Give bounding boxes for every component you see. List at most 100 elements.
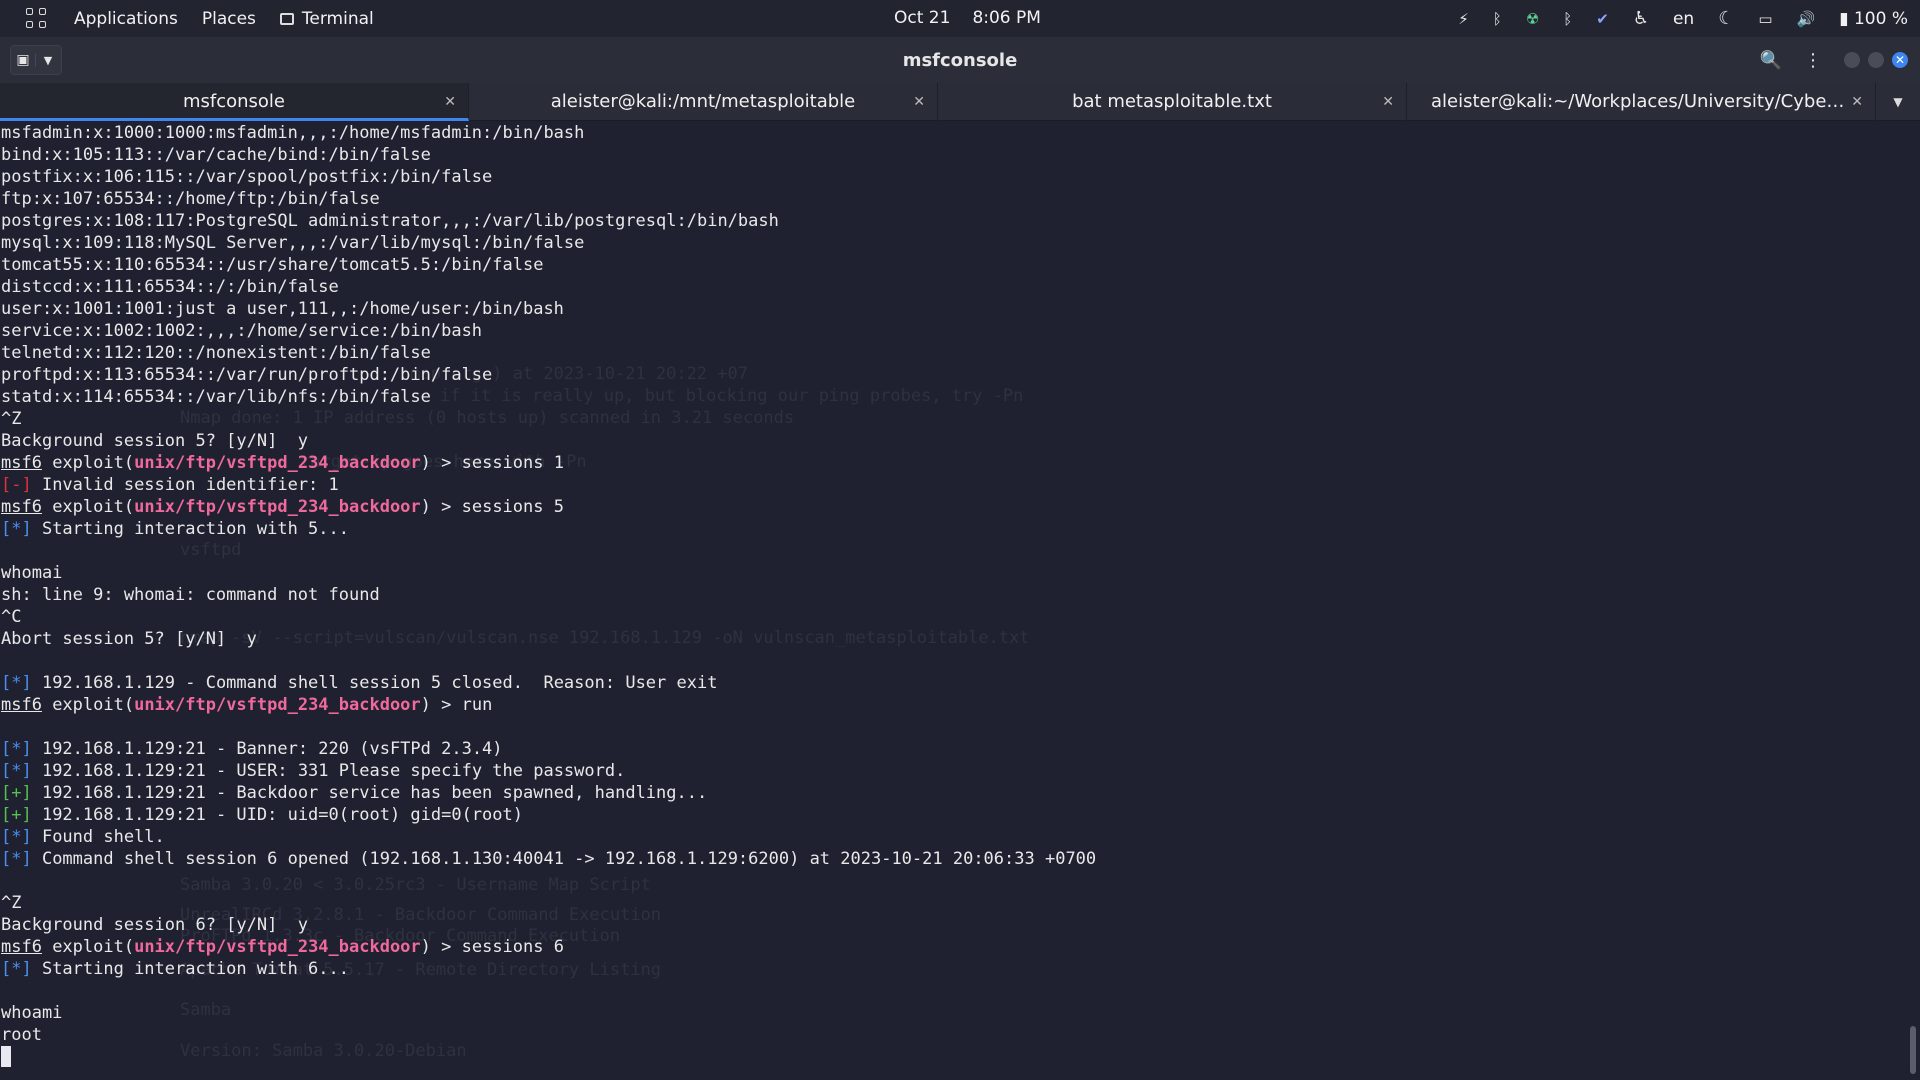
- terminal-line: telnetd:x:112:120::/nonexistent:/bin/fal…: [1, 342, 1096, 364]
- line-text: Command shell session 6 opened (192.168.…: [31, 849, 1097, 869]
- line-text: mysql:x:109:118:MySQL Server,,,:/var/lib…: [1, 233, 585, 253]
- line-text: postgres:x:108:117:PostgreSQL administra…: [1, 211, 779, 231]
- line-text: 192.168.1.129:21 - Backdoor service has …: [31, 783, 708, 803]
- close-button[interactable]: ✕: [1892, 52, 1908, 68]
- terminal-line: Background session 6? [y/N] y: [1, 914, 1096, 936]
- line-text: 192.168.1.129:21 - USER: 331 Please spec…: [31, 761, 626, 781]
- battery-icon: ▮: [1839, 8, 1849, 29]
- terminal-line: msf6 exploit(unix/ftp/vsftpd_234_backdoo…: [1, 694, 1096, 716]
- line-text: user:x:1001:1001:just a user,111,,:/home…: [1, 299, 564, 319]
- prompt-exploit: exploit(: [41, 453, 135, 473]
- window-titlebar: ▣ ▼ msfconsole 🔍 ⋮ ✕: [0, 37, 1920, 83]
- prompt-exploit: exploit(: [41, 497, 135, 517]
- line-text: 192.168.1.129:21 - UID: uid=0(root) gid=…: [31, 805, 523, 825]
- terminal-line: [+] 192.168.1.129:21 - UID: uid=0(root) …: [1, 804, 1096, 826]
- window-controls: 🔍 ⋮ ✕: [1760, 37, 1908, 83]
- tab-workplaces[interactable]: aleister@kali:~/Workplaces/University/Cy…: [1407, 83, 1876, 121]
- battery-indicator[interactable]: ▮ 100 %: [1839, 9, 1908, 29]
- close-tab-icon[interactable]: ✕: [444, 83, 456, 121]
- terminal-line: ^Z: [1, 408, 1096, 430]
- accessibility-icon[interactable]: ♿: [1633, 8, 1649, 29]
- prompt-paren: ): [420, 497, 431, 517]
- terminal-line: ^C: [1, 606, 1096, 628]
- app-grid-icon[interactable]: [26, 7, 48, 30]
- line-text: tomcat55:x:110:65534::/usr/share/tomcat5…: [1, 255, 544, 275]
- update-check-icon[interactable]: ✔: [1596, 10, 1609, 28]
- tab-list-dropdown[interactable]: ▼: [1876, 83, 1920, 120]
- line-text: ^Z: [1, 409, 22, 429]
- search-icon[interactable]: 🔍: [1760, 50, 1782, 71]
- status-marker: [*]: [1, 849, 32, 869]
- prompt-name: msf6: [1, 937, 42, 957]
- tab-label: bat metasploitable.txt: [1072, 91, 1272, 112]
- bluetooth-alt-icon[interactable]: ᛒ: [1563, 10, 1572, 28]
- new-tab-icon[interactable]: ▣: [11, 52, 35, 68]
- terminal-scrollbar[interactable]: [1906, 121, 1920, 1080]
- terminal-line: [*] 192.168.1.129:21 - USER: 331 Please …: [1, 760, 1096, 782]
- terminal-icon: [279, 12, 294, 25]
- tab-bat-metasploitable[interactable]: bat metasploitable.txt ✕: [938, 83, 1407, 121]
- places-menu[interactable]: Places: [202, 9, 256, 29]
- bluetooth-icon[interactable]: ᛒ: [1493, 10, 1502, 28]
- vpn-icon[interactable]: ☢: [1526, 10, 1539, 28]
- terminal-line: ^Z: [1, 892, 1096, 914]
- terminal-line: sh: line 9: whomai: command not found: [1, 584, 1096, 606]
- applications-menu[interactable]: Applications: [74, 9, 178, 29]
- terminal-line: msf6 exploit(unix/ftp/vsftpd_234_backdoo…: [1, 496, 1096, 518]
- status-marker: [*]: [1, 959, 32, 979]
- line-text: bind:x:105:113::/var/cache/bind:/bin/fal…: [1, 145, 431, 165]
- terminal-line: postfix:x:106:115::/var/spool/postfix:/b…: [1, 166, 1096, 188]
- terminal-line: whoami: [1, 1002, 1096, 1024]
- close-tab-icon[interactable]: ✕: [1851, 83, 1863, 121]
- terminal-menu[interactable]: Terminal: [279, 8, 374, 29]
- prompt-paren: ): [420, 453, 431, 473]
- terminal-line: whomai: [1, 562, 1096, 584]
- maximize-button[interactable]: [1868, 52, 1884, 68]
- terminal-line: statd:x:114:65534::/var/lib/nfs:/bin/fal…: [1, 386, 1096, 408]
- line-text: sh: line 9: whomai: command not found: [1, 585, 380, 605]
- prompt-command: > sessions 5: [430, 497, 564, 517]
- close-tab-icon[interactable]: ✕: [1382, 83, 1394, 121]
- terminal-line: Abort session 5? [y/N] y: [1, 628, 1096, 650]
- terminal-menu-label: Terminal: [301, 8, 374, 29]
- network-icon[interactable]: ⚡: [1458, 10, 1469, 28]
- line-text: whoami: [1, 1003, 63, 1023]
- menu-kebab-icon[interactable]: ⋮: [1804, 50, 1822, 71]
- prompt-line[interactable]: [1, 1046, 1096, 1068]
- close-tab-icon[interactable]: ✕: [913, 83, 925, 121]
- scrollbar-thumb[interactable]: [1910, 1026, 1916, 1074]
- prompt-module: unix/ftp/vsftpd_234_backdoor: [134, 453, 421, 473]
- line-text: Background session 6? [y/N] y: [1, 915, 309, 935]
- terminal-line: msf6 exploit(unix/ftp/vsftpd_234_backdoo…: [1, 936, 1096, 958]
- terminal-output[interactable]: nmap.org ) at 2023-10-21 20:22 +07 if it …: [0, 121, 1906, 1080]
- night-mode-icon[interactable]: ☾: [1718, 8, 1734, 29]
- window-title: msfconsole: [902, 49, 1018, 71]
- volume-icon[interactable]: 🔊: [1797, 10, 1816, 28]
- line-text: Abort session 5? [y/N] y: [1, 629, 257, 649]
- new-tab-button[interactable]: ▣ ▼: [10, 45, 62, 75]
- prompt-paren: ): [420, 695, 431, 715]
- line-text: root: [1, 1025, 42, 1045]
- terminal-line: msfadmin:x:1000:1000:msfadmin,,,:/home/m…: [1, 122, 1096, 144]
- prompt-module: unix/ftp/vsftpd_234_backdoor: [134, 937, 421, 957]
- display-icon[interactable]: ▭: [1758, 10, 1772, 28]
- tab-mnt-metasploitable[interactable]: aleister@kali:/mnt/metasploitable ✕: [469, 83, 938, 121]
- clock[interactable]: Oct 21 8:06 PM: [894, 8, 1041, 28]
- line-text: telnetd:x:112:120::/nonexistent:/bin/fal…: [1, 343, 431, 363]
- terminal-line: distccd:x:111:65534::/:/bin/false: [1, 276, 1096, 298]
- line-text: postfix:x:106:115::/var/spool/postfix:/b…: [1, 167, 493, 187]
- terminal-line: [*] Command shell session 6 opened (192.…: [1, 848, 1096, 870]
- chevron-down-icon[interactable]: ▼: [35, 53, 60, 67]
- line-text: 192.168.1.129:21 - Banner: 220 (vsFTPd 2…: [31, 739, 503, 759]
- minimize-button[interactable]: [1844, 52, 1860, 68]
- tab-msfconsole[interactable]: msfconsole ✕: [0, 83, 469, 121]
- date-label: Oct 21: [894, 8, 951, 28]
- tab-label: aleister@kali:/mnt/metasploitable: [550, 91, 856, 112]
- terminal-line: msf6 exploit(unix/ftp/vsftpd_234_backdoo…: [1, 452, 1096, 474]
- time-label: 8:06 PM: [972, 8, 1041, 28]
- prompt-name: msf6: [1, 497, 42, 517]
- prompt-module: unix/ftp/vsftpd_234_backdoor: [134, 497, 421, 517]
- battery-label: 100 %: [1853, 8, 1908, 29]
- keyboard-layout[interactable]: en: [1673, 9, 1694, 29]
